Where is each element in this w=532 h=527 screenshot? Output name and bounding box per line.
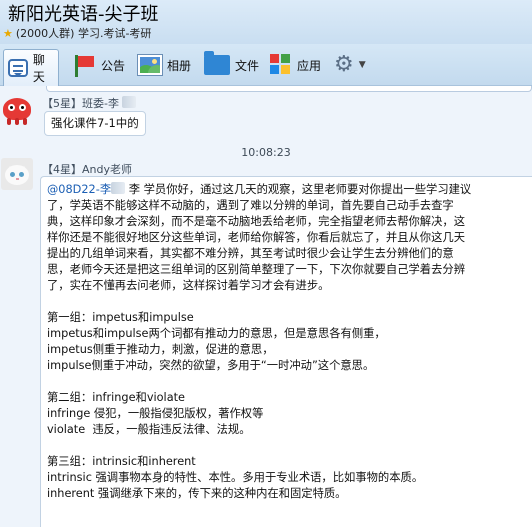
message-line: 典，这样印象才会深刻，而不是毫不动脑地丢给老师，完全指望老师去帮你解决，这 — [47, 215, 465, 228]
message-line: impulse侧重于冲动，突然的欲望，多用于“一时冲动”这个意思。 — [47, 359, 375, 372]
message-timestamp: 10:08:23 — [241, 146, 291, 159]
message-line: 了，实在不懂再去问老师，这样探讨着学习才会有进步。 — [47, 279, 330, 292]
message-list: 【5星】班委-李 强化课件7-1中的 10:08:23 【4星】Andy老师 @… — [0, 86, 532, 527]
folder-icon — [204, 51, 230, 75]
chat-icon — [8, 59, 28, 77]
message-line: 第三组：intrinsic和inherent — [47, 455, 196, 468]
tab-notice[interactable]: 公告 — [68, 49, 129, 81]
group-name: 新阳光英语-尖子班 — [8, 4, 159, 25]
sender-name[interactable]: 【5星】班委-李 — [42, 95, 137, 111]
tab-album-label: 相册 — [167, 58, 192, 73]
previous-bubble-edge — [46, 86, 532, 92]
sender-name[interactable]: 【4星】Andy老师 — [42, 161, 132, 177]
avatar[interactable] — [1, 158, 33, 190]
tab-apps[interactable]: 应用 — [266, 49, 325, 81]
message-line: 提出的几组单词来看，其实都不难分辨，其至考试时很少会让学生去分辨他们的意 — [47, 247, 454, 260]
notice-flag-icon — [72, 53, 96, 77]
caret-down-icon: ▼ — [358, 60, 366, 70]
tab-chat-label: 聊天 — [32, 53, 45, 84]
redacted-name — [111, 182, 126, 194]
toolbar: 聊天 公告 相册 文件 应用 ⚙ ▼ — [0, 44, 532, 86]
gear-icon: ⚙ — [334, 52, 354, 77]
message-line: 样你还是不能很好地区分这些单词，老师给你解答，你看后就忘了，并且从你这几天 — [47, 231, 465, 244]
avatar[interactable] — [1, 94, 33, 126]
settings-menu-button[interactable]: ⚙ ▼ — [330, 49, 370, 81]
message-line: intrinsic 强调事物本身的特性、本性。多用于专业术语，比如事物的本质。 — [47, 471, 424, 484]
tab-album[interactable]: 相册 — [134, 49, 195, 81]
tab-apps-label: 应用 — [297, 58, 322, 73]
mention-link[interactable]: @08D22-李 — [47, 183, 111, 196]
message-line: 了，学英语不能够这样不动脑的，遇到了难以分辨的单词，首先要自己动手去查字 — [47, 199, 454, 212]
message-bubble: 强化课件7-1中的 — [44, 111, 146, 136]
message-line: 第一组：impetus和impulse — [47, 311, 194, 324]
tab-files[interactable]: 文件 — [200, 49, 263, 81]
message-line: inherent 强调继承下来的，传下来的这种内在和固定特质。 — [47, 487, 347, 500]
message-line: impetus侧重于推动力，刺激，促进的意思， — [47, 343, 274, 356]
group-meta: ★ (2000人群) 学习.考试-考研 — [3, 27, 151, 41]
tab-files-label: 文件 — [235, 58, 260, 73]
message-bubble: @08D22-李 李 学员你好，通过这几天的观察，这里老师要对你提出一些学习建议… — [40, 176, 532, 527]
chat-window-header: 新阳光英语-尖子班 ★ (2000人群) 学习.考试-考研 — [0, 0, 532, 44]
tab-notice-label: 公告 — [101, 58, 126, 73]
album-icon — [138, 55, 162, 75]
tab-chat[interactable]: 聊天 — [3, 49, 59, 86]
message-line: 第二组：infringe和violate — [47, 391, 186, 404]
redacted-name — [122, 96, 137, 108]
message-line: 思，老师今天还是把这三组单词的区别简单整理了一下，下次你就要自己学着去分辨 — [47, 263, 465, 276]
apps-icon — [270, 54, 292, 76]
message-line: impetus和impulse两个词都有推动力的意思，但是意思各有侧重， — [47, 327, 386, 340]
group-meta-text: (2000人群) 学习.考试-考研 — [15, 27, 152, 40]
message-text: 强化课件7-1中的 — [51, 116, 139, 130]
message-line: 李 学员你好，通过这几天的观察，这里老师要对你提出一些学习建议 — [128, 183, 472, 196]
message-line: violate 违反，一般指违反法律、法规。 — [47, 423, 251, 436]
message-line: infringe 侵犯，一般指侵犯版权，著作权等 — [47, 407, 264, 420]
star-icon: ★ — [3, 27, 13, 40]
